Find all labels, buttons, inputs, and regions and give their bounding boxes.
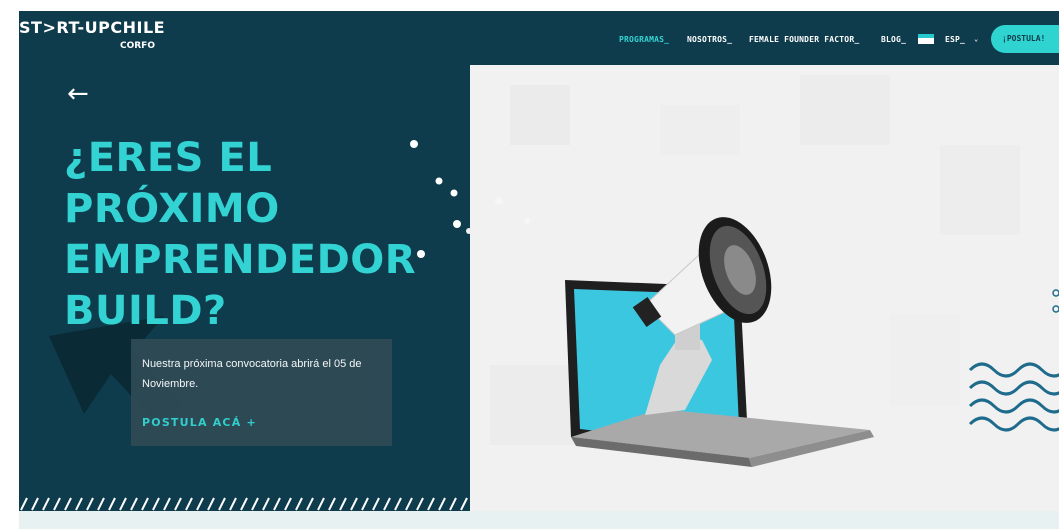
- postula-aca-link[interactable]: POSTULA ACÁ +: [142, 416, 257, 429]
- nav-item-female-founder-factor[interactable]: FEMALE FOUNDER FACTOR_: [749, 35, 859, 44]
- flag-icon[interactable]: [918, 34, 934, 44]
- hero-title-line: EMPRENDEDOR: [64, 237, 417, 283]
- nav-item-nosotros[interactable]: NOSOTROS_: [687, 35, 732, 44]
- logo[interactable]: ST>RT-UPCHILE: [19, 18, 165, 37]
- hero-title-line: ¿ERES EL: [64, 135, 273, 181]
- hero-title-line: BUILD?: [64, 288, 227, 334]
- logo-subtitle: CORFO: [120, 41, 155, 51]
- postula-cta-button[interactable]: ¡POSTULA!: [991, 25, 1059, 53]
- nav-item-programas[interactable]: PROGRAMAS_: [619, 35, 669, 44]
- language-selector[interactable]: ESP_: [945, 35, 965, 44]
- hero-title: ¿ERES EL PRÓXIMO EMPRENDEDOR BUILD?: [64, 133, 454, 337]
- info-card: Nuestra próxima convocatoria abrirá el 0…: [131, 339, 392, 446]
- hero-title-line: PRÓXIMO: [64, 186, 280, 232]
- decorative-stripes: [20, 497, 468, 511]
- chevron-down-icon[interactable]: ⌄: [974, 35, 978, 43]
- info-card-description: Nuestra próxima convocatoria abrirá el 0…: [142, 358, 362, 390]
- nav-item-blog[interactable]: BLOG_: [881, 35, 906, 44]
- bottom-wave-strip: [19, 511, 1059, 529]
- page: ST>RT-UPCHILE CORFO PROGRAMAS_ NOSOTROS_…: [19, 11, 1059, 529]
- arrow-left-icon[interactable]: ←: [67, 81, 89, 107]
- top-navigation-bar: ST>RT-UPCHILE CORFO PROGRAMAS_ NOSOTROS_…: [19, 11, 1059, 65]
